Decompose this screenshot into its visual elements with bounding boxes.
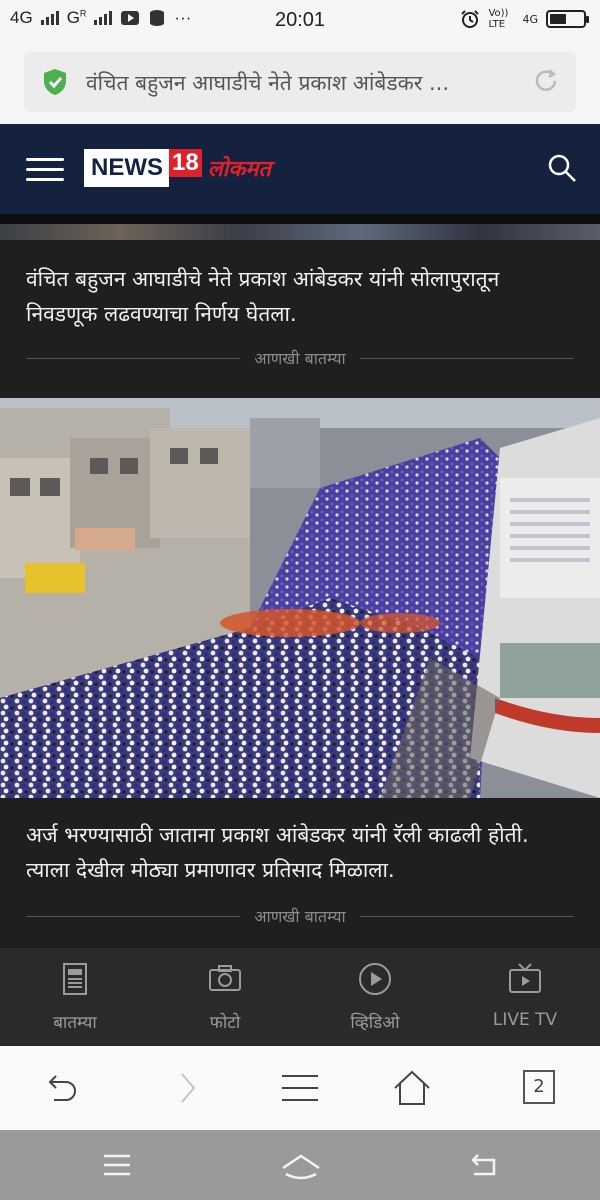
- network-4g-right-label: 4G: [522, 12, 538, 26]
- recents-icon[interactable]: [100, 1148, 134, 1182]
- article-card[interactable]: अर्ज भरण्यासाठी जाताना प्रकाश आंबेडकर या…: [0, 798, 600, 948]
- more-news-divider[interactable]: आणखी बातम्या: [26, 904, 575, 928]
- tv-icon: [509, 963, 541, 993]
- site-header: NEWS 18 लोकमत: [0, 124, 600, 214]
- photo-strip: [0, 214, 600, 240]
- more-news-link[interactable]: आणखी बातम्या: [240, 905, 359, 927]
- nav-photos[interactable]: फोटो: [150, 948, 300, 1046]
- nav-live-tv-label: LIVE TV: [492, 1010, 558, 1030]
- menu-icon[interactable]: [26, 158, 64, 182]
- system-navigation-bar: [0, 1130, 600, 1200]
- rally-photo[interactable]: [0, 398, 600, 798]
- more-news-link[interactable]: आणखी बातम्या: [240, 347, 359, 369]
- nav-live-tv[interactable]: LIVE TV: [450, 948, 600, 1046]
- back-icon[interactable]: [40, 1068, 80, 1108]
- logo-18: 18: [169, 149, 202, 177]
- status-bar: 4G GR ··· 20:01 Vo)) LTE 4G: [0, 0, 600, 42]
- site-bottom-nav: बातम्या फोटो व्हिडिओ LIVE TV: [0, 948, 600, 1046]
- tabs-count-button[interactable]: 2: [523, 1070, 555, 1104]
- news-icon: [63, 963, 87, 995]
- more-news-divider[interactable]: आणखी बातम्या: [26, 346, 575, 370]
- nav-videos-label: व्हिडिओ: [350, 1013, 400, 1033]
- nav-videos[interactable]: व्हिडिओ: [300, 948, 450, 1046]
- nav-photos-label: फोटो: [209, 1013, 241, 1033]
- article-card[interactable]: वंचित बहुजन आघाडीचे नेते प्रकाश आंबेडकर …: [0, 240, 600, 398]
- article-caption: अर्ज भरण्यासाठी जाताना प्रकाश आंबेडकर या…: [26, 823, 529, 882]
- status-right: Vo)) LTE 4G: [460, 8, 589, 30]
- home-icon[interactable]: [392, 1068, 432, 1108]
- page-title-url: वंचित बहुजन आघाडीचे नेते प्रकाश आंबेडकर …: [86, 71, 450, 95]
- address-bar[interactable]: वंचित बहुजन आघाडीचे नेते प्रकाश आंबेडकर …: [24, 52, 576, 112]
- forward-icon[interactable]: [168, 1068, 208, 1108]
- battery-icon: [546, 10, 589, 28]
- search-icon[interactable]: [546, 152, 578, 184]
- play-icon: [359, 963, 391, 995]
- browser-address-area: वंचित बहुजन आघाडीचे नेते प्रकाश आंबेडकर …: [0, 42, 600, 124]
- article-caption: वंचित बहुजन आघाडीचे नेते प्रकाश आंबेडकर …: [26, 267, 500, 326]
- menu-lines-icon[interactable]: [280, 1068, 320, 1108]
- browser-toolbar: 2: [0, 1046, 600, 1130]
- logo-news: NEWS: [84, 149, 169, 187]
- camera-icon: [209, 965, 241, 991]
- secure-shield-icon: [44, 69, 66, 95]
- nav-news[interactable]: बातम्या: [0, 948, 150, 1046]
- back-nav-icon[interactable]: [466, 1148, 500, 1182]
- alarm-icon: [461, 10, 480, 28]
- home-nav-icon[interactable]: [280, 1148, 322, 1182]
- reload-icon[interactable]: [532, 67, 560, 95]
- rally-crowd-image: [0, 398, 600, 798]
- news18-lokmat-logo[interactable]: NEWS 18 लोकमत: [84, 146, 271, 190]
- nav-news-label: बातम्या: [53, 1013, 97, 1033]
- logo-lokmat: लोकमत: [207, 157, 271, 182]
- volte-label: Vo)) LTE: [488, 8, 509, 30]
